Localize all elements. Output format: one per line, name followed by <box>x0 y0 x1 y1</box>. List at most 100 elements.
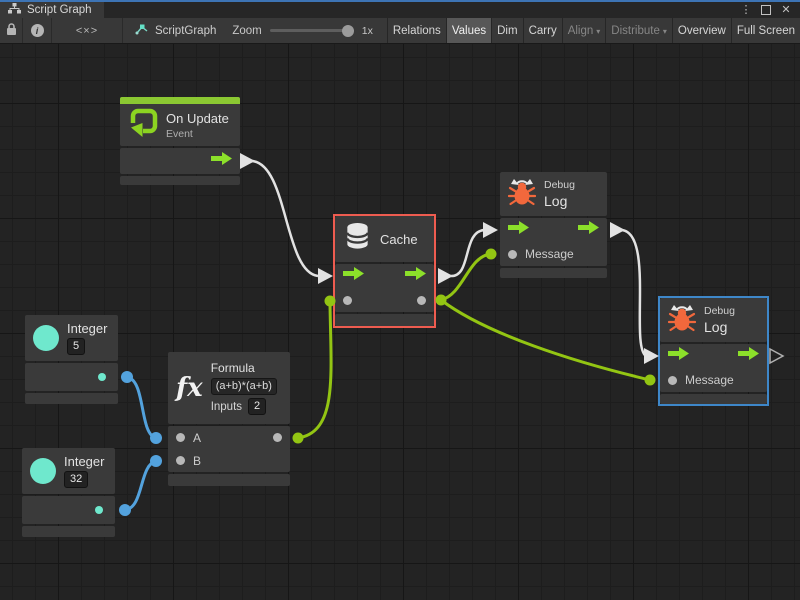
graph-hierarchy-icon <box>8 3 21 17</box>
window-controls: ⋮ ✕ <box>738 2 800 18</box>
wire-cache-to-debug-top-message[interactable] <box>436 249 497 306</box>
bug-icon <box>508 178 536 211</box>
info-icon: i <box>31 24 44 37</box>
formula-expression-field[interactable]: (a+b)*(a+b) <box>211 378 277 395</box>
close-icon[interactable]: ✕ <box>778 3 794 17</box>
node-title: Integer <box>64 454 104 469</box>
script-graph-window: Script Graph ⋮ ✕ i <×> <box>0 0 800 600</box>
value-output-port[interactable] <box>98 373 106 381</box>
flow-input-port[interactable] <box>343 267 364 285</box>
node-footer <box>22 526 115 537</box>
node-footer <box>25 393 118 404</box>
inputs-count-field[interactable]: 2 <box>248 398 266 415</box>
node-debug-log-top[interactable]: Debug Log Message <box>500 172 607 278</box>
title-bar: Script Graph ⋮ ✕ <box>0 0 800 18</box>
distribute-button[interactable]: Distribute▾ <box>605 18 672 43</box>
script-graph-node-icon <box>135 23 149 38</box>
on-update-loop-icon <box>128 108 158 143</box>
integer-value-field[interactable]: 32 <box>64 471 88 488</box>
port-label: Message <box>685 373 734 387</box>
code-view-button[interactable]: <×> <box>52 18 123 43</box>
value-input-port-b[interactable] <box>176 456 185 465</box>
value-output-port[interactable] <box>95 506 103 514</box>
zoom-slider[interactable] <box>270 18 354 43</box>
port-label: A <box>193 431 201 445</box>
carry-button[interactable]: Carry <box>523 18 562 43</box>
chevron-down-icon: ▾ <box>596 27 600 36</box>
graph-breadcrumb[interactable]: ScriptGraph <box>135 18 216 43</box>
toolbar-button-group: Relations Values Dim Carry Align▾ Distri… <box>387 18 800 43</box>
node-cache[interactable]: Cache <box>335 216 434 326</box>
value-input-port-a[interactable] <box>176 433 185 442</box>
relations-button[interactable]: Relations <box>387 18 446 43</box>
wire-debug-top-to-debug-selected[interactable] <box>610 222 659 364</box>
message-input-port[interactable] <box>508 250 517 259</box>
node-integer-5[interactable]: Integer 5 <box>25 315 118 404</box>
full-screen-button[interactable]: Full Screen <box>731 18 800 43</box>
wire-integer5-to-formula-a[interactable] <box>121 371 162 444</box>
lock-button[interactable] <box>0 18 23 43</box>
integer-type-icon <box>33 325 59 351</box>
port-label: Message <box>525 247 574 261</box>
node-formula[interactable]: fx Formula (a+b)*(a+b) Inputs 2 A <box>168 352 290 486</box>
value-output-port[interactable] <box>417 296 426 305</box>
graph-toolbar: i <×> ScriptGraph Zoom 1x Relations Valu… <box>0 18 800 44</box>
chevron-down-icon: ▾ <box>663 27 667 36</box>
wire-cache-to-debug-top[interactable] <box>438 222 498 284</box>
node-footer <box>168 474 290 486</box>
zoom-value: 1x <box>362 18 373 43</box>
flow-output-port[interactable] <box>738 347 759 365</box>
port-label: B <box>193 454 201 468</box>
code-icon: <×> <box>76 25 98 37</box>
node-body <box>25 363 118 391</box>
menu-more-icon[interactable]: ⋮ <box>738 3 754 17</box>
flow-input-port[interactable] <box>508 221 529 239</box>
node-body: Message <box>660 344 767 392</box>
integer-type-icon <box>30 458 56 484</box>
node-on-update[interactable]: On Update Event <box>120 97 240 185</box>
node-debug-log-selected[interactable]: Debug Log Message <box>660 298 767 404</box>
node-body <box>22 496 115 524</box>
values-button[interactable]: Values <box>446 18 491 43</box>
align-button[interactable]: Align▾ <box>562 18 606 43</box>
wire-cache-to-debug-selected-message[interactable] <box>441 300 656 386</box>
node-title: Cache <box>380 232 418 247</box>
graph-canvas[interactable]: On Update Event <box>0 44 800 600</box>
node-kicker: Debug <box>704 305 735 317</box>
tab-title: Script Graph <box>27 4 92 16</box>
node-body <box>335 264 434 312</box>
node-title: Formula <box>211 361 277 375</box>
wire-onupdate-to-cache[interactable] <box>240 153 333 284</box>
node-integer-32[interactable]: Integer 32 <box>22 448 115 537</box>
overview-button[interactable]: Overview <box>672 18 731 43</box>
maximize-icon[interactable] <box>758 3 774 17</box>
integer-value-field[interactable]: 5 <box>67 338 85 355</box>
unconnected-flow-port-triangle[interactable] <box>770 349 783 363</box>
node-body: Message <box>500 218 607 266</box>
value-output-port[interactable] <box>273 433 282 442</box>
node-subtitle: Event <box>166 128 229 140</box>
node-footer <box>335 314 434 326</box>
flow-output-port[interactable] <box>405 267 426 285</box>
value-input-port[interactable] <box>343 296 352 305</box>
inspect-button[interactable]: i <box>23 18 52 43</box>
dim-button[interactable]: Dim <box>491 18 522 43</box>
event-accent-bar <box>120 97 240 104</box>
flow-output-port[interactable] <box>578 221 599 239</box>
wire-integer32-to-formula-b[interactable] <box>119 455 162 516</box>
tab-script-graph[interactable]: Script Graph <box>0 2 104 18</box>
wire-formula-to-cache[interactable] <box>293 296 336 444</box>
message-input-port[interactable] <box>668 376 677 385</box>
node-body: A B <box>168 426 290 472</box>
zoom-label: Zoom <box>232 18 261 43</box>
node-title: Log <box>544 193 575 209</box>
node-footer <box>120 176 240 185</box>
database-icon <box>343 221 372 257</box>
flow-output-port[interactable] <box>211 152 232 170</box>
zoom-slider-handle[interactable] <box>342 25 354 37</box>
node-title: Log <box>704 319 735 335</box>
fx-icon: fx <box>176 375 203 401</box>
node-title: Integer <box>67 321 107 336</box>
inputs-label: Inputs <box>211 401 242 413</box>
flow-input-port[interactable] <box>668 347 689 365</box>
